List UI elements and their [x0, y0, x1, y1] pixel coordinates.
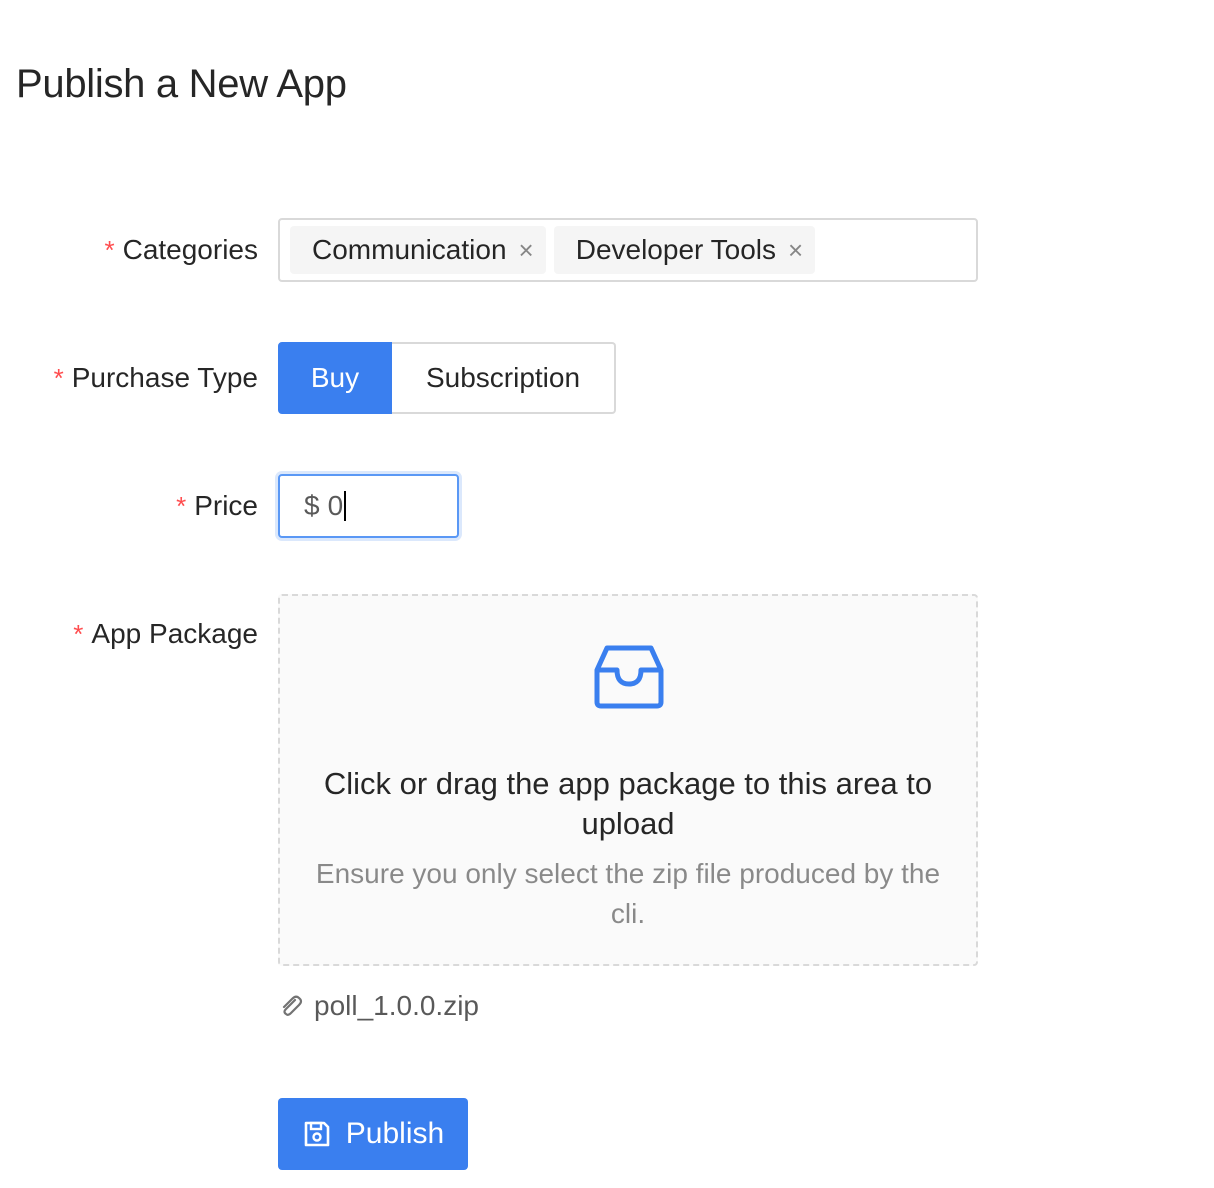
price-label-text: Price	[194, 490, 258, 521]
categories-select[interactable]: Communication × Developer Tools ×	[278, 218, 978, 282]
tag-label: Developer Tools	[575, 234, 776, 265]
upload-dragger[interactable]: Click or drag the app package to this ar…	[278, 594, 978, 966]
close-icon[interactable]: ×	[519, 235, 534, 266]
currency-prefix: $	[304, 490, 320, 521]
radio-subscription[interactable]: Subscription	[392, 342, 616, 414]
purchase-type-label-text: Purchase Type	[71, 362, 258, 393]
save-icon	[304, 1121, 330, 1147]
purchase-type-radio-group: Buy Subscription	[278, 342, 616, 414]
price-value: 0	[327, 490, 344, 521]
required-mark: *	[176, 491, 187, 521]
category-tag-communication: Communication ×	[290, 226, 546, 274]
inbox-icon	[594, 645, 664, 709]
price-input[interactable]: $ 0	[278, 474, 459, 538]
paperclip-icon	[282, 995, 303, 1016]
upload-hint: Ensure you only select the zip file prod…	[315, 858, 941, 929]
categories-label: * Categories	[104, 232, 258, 268]
close-icon[interactable]: ×	[788, 235, 803, 266]
purchase-type-label: * Purchase Type	[54, 360, 258, 396]
page-title: Publish a New App	[16, 62, 347, 106]
publish-button-label: Publish	[345, 1117, 445, 1150]
required-mark: *	[104, 235, 115, 265]
app-package-label-text: App Package	[91, 618, 258, 649]
file-name: poll_1.0.0.zip	[314, 990, 480, 1021]
app-package-label: * App Package	[73, 616, 258, 652]
radio-buy[interactable]: Buy	[278, 342, 392, 414]
price-label: * Price	[176, 488, 258, 524]
required-mark: *	[73, 619, 84, 649]
tag-label: Communication	[312, 234, 507, 265]
text-caret	[344, 491, 347, 521]
upload-file-item[interactable]: poll_1.0.0.zip	[278, 988, 479, 1024]
publish-button[interactable]: Publish	[278, 1098, 468, 1170]
upload-drag-text: Click or drag the app package to this ar…	[323, 766, 933, 841]
category-tag-developer-tools: Developer Tools ×	[553, 226, 816, 274]
required-mark: *	[53, 363, 64, 393]
categories-label-text: Categories	[122, 234, 258, 265]
